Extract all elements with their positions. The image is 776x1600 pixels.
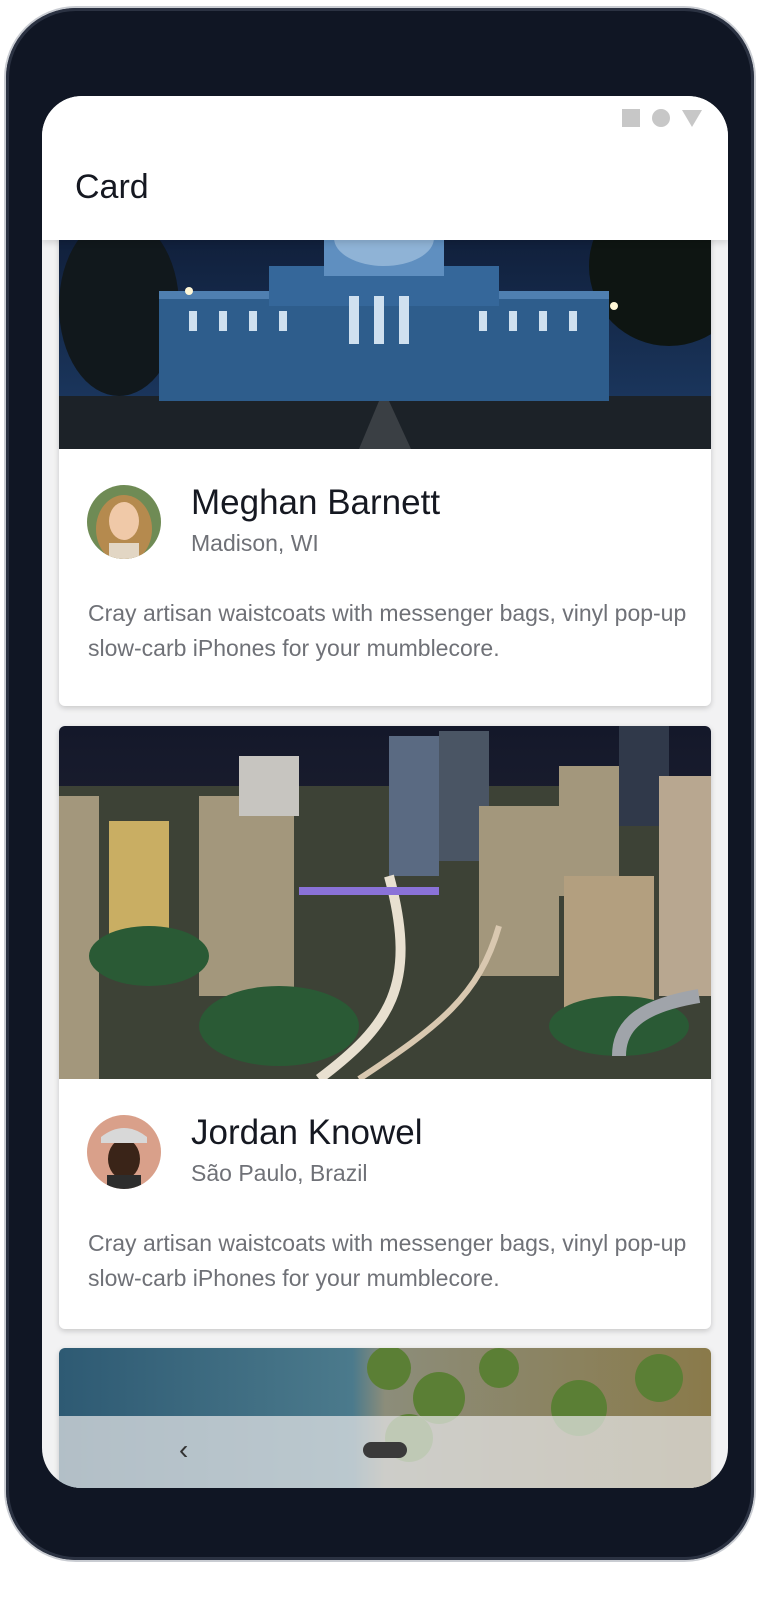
person-name: Meghan Barnett bbox=[191, 483, 441, 522]
square-icon bbox=[622, 109, 640, 127]
screen: Meghan Barnett Madison, WI Cray artisan … bbox=[42, 96, 728, 1488]
avatar bbox=[87, 485, 161, 559]
person-location: Madison, WI bbox=[191, 530, 319, 556]
card-description: Cray artisan waistcoats with messenger b… bbox=[88, 600, 687, 661]
card-image-city bbox=[59, 726, 711, 1079]
circle-icon bbox=[652, 109, 670, 127]
person-name: Jordan Knowel bbox=[191, 1113, 423, 1152]
status-bar bbox=[622, 108, 702, 128]
app-bar: Card bbox=[42, 96, 728, 240]
navigation-bar: ‹ bbox=[59, 1416, 711, 1488]
page-title: Card bbox=[75, 168, 149, 206]
person-location: São Paulo, Brazil bbox=[191, 1160, 368, 1186]
card-list[interactable]: Meghan Barnett Madison, WI Cray artisan … bbox=[42, 96, 728, 1488]
phone-frame: Meghan Barnett Madison, WI Cray artisan … bbox=[6, 8, 754, 1560]
profile-card[interactable]: Meghan Barnett Madison, WI Cray artisan … bbox=[59, 196, 711, 706]
card-description: Cray artisan waistcoats with messenger b… bbox=[88, 1230, 687, 1291]
home-button[interactable] bbox=[363, 1442, 407, 1458]
triangle-icon bbox=[682, 109, 702, 127]
back-icon[interactable]: ‹ bbox=[179, 1434, 188, 1466]
profile-card[interactable]: Jordan Knowel São Paulo, Brazil Cray art… bbox=[59, 726, 711, 1329]
avatar bbox=[87, 1115, 161, 1189]
